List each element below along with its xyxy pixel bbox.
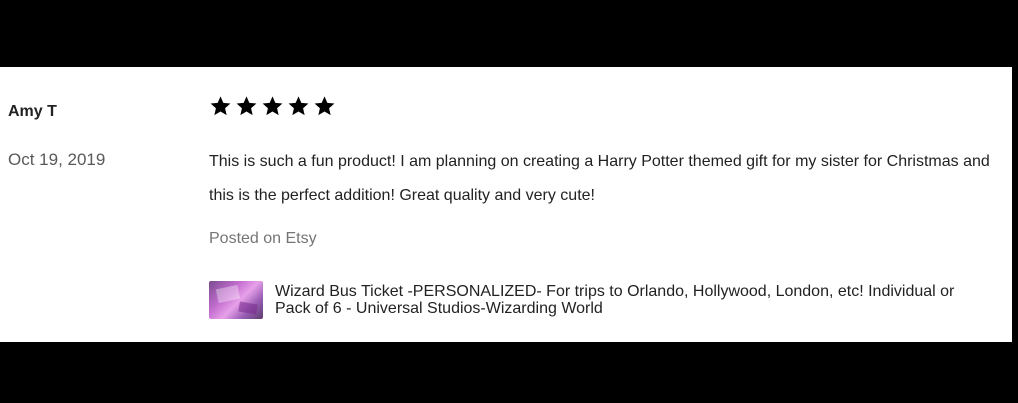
star-icon	[262, 96, 283, 116]
review-text: This is such a fun product! I am plannin…	[209, 153, 990, 204]
product-thumbnail[interactable]	[209, 281, 263, 319]
star-icon	[314, 96, 335, 116]
star-icon	[288, 96, 309, 116]
reviewer-name: Amy T	[8, 103, 57, 120]
star-icon	[210, 96, 231, 116]
product-link[interactable]: Wizard Bus Ticket -PERSONALIZED- For tri…	[209, 281, 965, 319]
posted-on-label: Posted on Etsy	[209, 230, 317, 247]
review-card: Amy T Oct 19, 2019 This is such a fun pr…	[0, 67, 1012, 342]
review-date: Oct 19, 2019	[8, 150, 106, 169]
product-title[interactable]: Wizard Bus Ticket -PERSONALIZED- For tri…	[275, 283, 965, 317]
star-rating	[209, 95, 336, 117]
star-icon	[236, 96, 257, 116]
